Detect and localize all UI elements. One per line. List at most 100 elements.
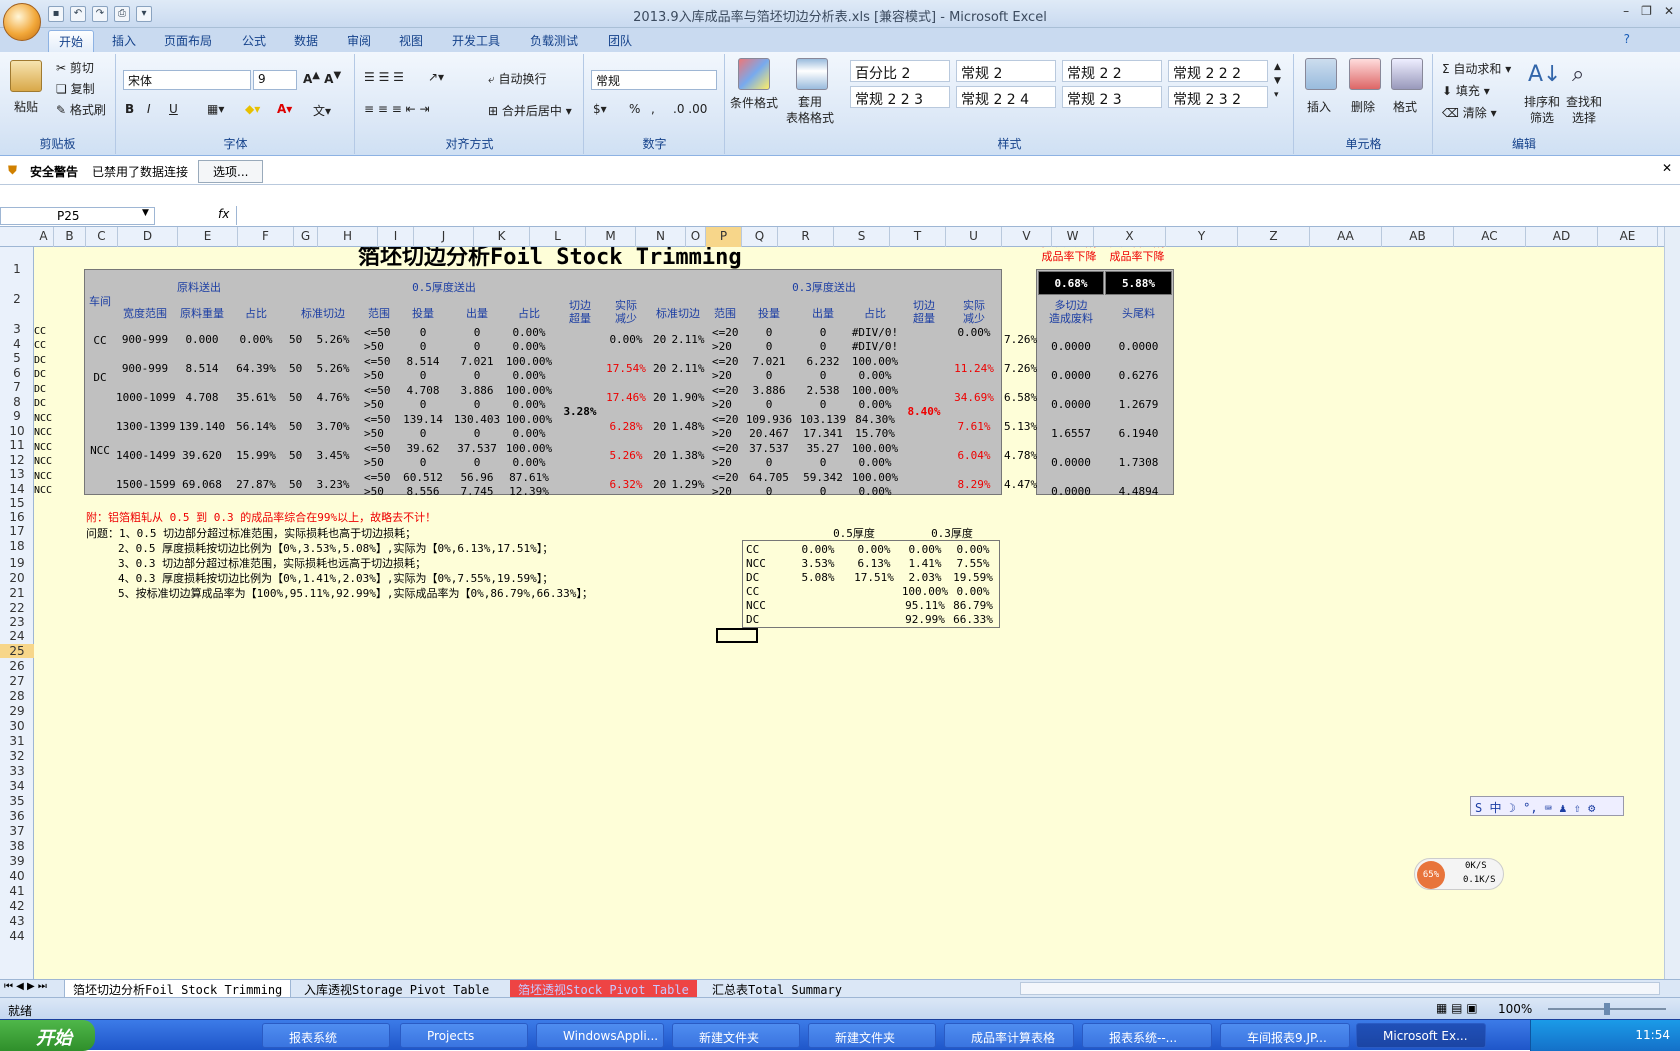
row-header-26[interactable]: 26 — [0, 659, 34, 673]
paste-icon[interactable] — [10, 60, 42, 92]
row-header-12[interactable]: 12 — [0, 453, 34, 467]
row-header-20[interactable]: 20 — [0, 571, 34, 585]
sheet-tab-storage[interactable]: 入库透视Storage Pivot Table — [296, 980, 497, 998]
tab-team[interactable]: 团队 — [598, 30, 642, 52]
italic-button[interactable]: I — [147, 102, 151, 116]
sheet-tab-stock[interactable]: 箔坯透视Stock Pivot Table — [510, 980, 697, 998]
save-icon[interactable]: ▪ — [48, 6, 64, 22]
col-header-B[interactable]: B — [54, 227, 86, 247]
row-header-3[interactable]: 3 — [0, 322, 34, 336]
col-header-A[interactable]: A — [34, 227, 54, 247]
row-header-8[interactable]: 8 — [0, 395, 34, 409]
bold-button[interactable]: B — [125, 102, 134, 116]
task-2[interactable]: Projects — [400, 1023, 528, 1048]
row-header-22[interactable]: 22 — [0, 601, 34, 615]
col-header-AC[interactable]: AC — [1454, 227, 1526, 247]
col-header-H[interactable]: H — [318, 227, 378, 247]
row-header-36[interactable]: 36 — [0, 809, 34, 823]
paste-button[interactable]: 粘贴 — [14, 98, 38, 115]
col-header-L[interactable]: L — [530, 227, 586, 247]
col-header-X[interactable]: X — [1094, 227, 1166, 247]
sort-filter-button[interactable]: 排序和 筛选 — [1524, 94, 1560, 126]
worksheet[interactable]: 箔坯切边分析Foil Stock Trimming 多切边造成 成品率下降头尾料造… — [34, 247, 1664, 979]
col-header-I[interactable]: I — [378, 227, 414, 247]
conditional-format-icon[interactable] — [738, 58, 770, 90]
col-header-U[interactable]: U — [946, 227, 1002, 247]
style-normal222[interactable]: 常规 2 2 2 — [1168, 60, 1268, 82]
row-header-40[interactable]: 40 — [0, 869, 34, 883]
row-header-27[interactable]: 27 — [0, 674, 34, 688]
style-normal22[interactable]: 常规 2 2 — [1062, 60, 1162, 82]
start-button[interactable]: 开始 — [0, 1020, 95, 1051]
zoom-level[interactable]: 100% — [1498, 1002, 1532, 1016]
office-button[interactable] — [3, 3, 41, 41]
row-header-6[interactable]: 6 — [0, 366, 34, 380]
horizontal-scrollbar[interactable] — [1020, 982, 1660, 995]
copy-button[interactable]: ❏ 复制 — [56, 80, 95, 97]
style-normal23[interactable]: 常规 2 3 — [1062, 86, 1162, 108]
row-header-19[interactable]: 19 — [0, 556, 34, 570]
row-header-29[interactable]: 29 — [0, 704, 34, 718]
close-security-icon[interactable]: ✕ — [1662, 161, 1672, 175]
tab-home[interactable]: 开始 — [48, 30, 95, 52]
options-button[interactable]: 选项... — [198, 160, 264, 183]
row-header-31[interactable]: 31 — [0, 734, 34, 748]
zoom-slider[interactable] — [1548, 1002, 1666, 1016]
fx-icon[interactable]: fx — [218, 207, 229, 221]
style-normal224[interactable]: 常规 2 2 4 — [956, 86, 1056, 108]
font-name-combo[interactable]: 宋体 — [123, 70, 251, 90]
row-header-23[interactable]: 23 — [0, 615, 34, 629]
col-header-AD[interactable]: AD — [1526, 227, 1598, 247]
col-header-G[interactable]: G — [294, 227, 318, 247]
tab-insert[interactable]: 插入 — [102, 30, 146, 52]
row-header-32[interactable]: 32 — [0, 749, 34, 763]
task-1[interactable]: 报表系统 — [262, 1023, 390, 1048]
merge-center-button[interactable]: ⊞ 合并后居中 ▾ — [488, 102, 572, 119]
style-normal232[interactable]: 常规 2 3 2 — [1168, 86, 1268, 108]
border-icon[interactable]: ▦▾ — [207, 102, 224, 116]
orientation-icon[interactable]: ↗▾ — [428, 70, 444, 84]
task-3[interactable]: WindowsAppli... — [536, 1023, 664, 1048]
namebox-dropdown-icon[interactable]: ▼ — [142, 208, 149, 218]
percent-button[interactable]: % — [629, 102, 640, 116]
undo-icon[interactable]: ↶ — [70, 6, 86, 22]
close-icon[interactable]: ✕ — [1664, 4, 1674, 18]
col-header-AA[interactable]: AA — [1310, 227, 1382, 247]
task-5[interactable]: 新建文件夹 — [808, 1023, 936, 1048]
ime-toolbar[interactable]: S 中 ☽ °, ⌨ ♟ ⇧ ⚙ — [1470, 796, 1624, 816]
tab-page-layout[interactable]: 页面布局 — [154, 30, 222, 52]
row-header-2[interactable]: 2 — [0, 292, 34, 306]
fill-color-icon[interactable]: ◆▾ — [245, 102, 260, 116]
row-header-28[interactable]: 28 — [0, 689, 34, 703]
row-header-41[interactable]: 41 — [0, 884, 34, 898]
col-header-W[interactable]: W — [1052, 227, 1094, 247]
row-header-15[interactable]: 15 — [0, 496, 34, 510]
selected-cell[interactable] — [716, 628, 758, 643]
col-header-O[interactable]: O — [686, 227, 706, 247]
sheet-tab-trimming[interactable]: 箔坯切边分析Foil Stock Trimming — [64, 980, 292, 998]
col-header-F[interactable]: F — [238, 227, 294, 247]
row-header-4[interactable]: 4 — [0, 337, 34, 351]
col-header-P[interactable]: P — [706, 227, 742, 247]
row-header-7[interactable]: 7 — [0, 380, 34, 394]
clear-button[interactable]: ⌫ 清除 ▾ — [1442, 104, 1497, 121]
task-6[interactable]: 成品率计算表格 — [944, 1023, 1074, 1048]
underline-button[interactable]: U — [169, 102, 178, 116]
sheet-tab-summary[interactable]: 汇总表Total Summary — [704, 980, 850, 998]
col-header-D[interactable]: D — [118, 227, 178, 247]
font-color-icon[interactable]: A▾ — [277, 102, 292, 116]
col-header-Q[interactable]: Q — [742, 227, 778, 247]
col-header-AE[interactable]: AE — [1598, 227, 1658, 247]
font-size-combo[interactable]: 9 — [253, 70, 297, 90]
row-header-18[interactable]: 18 — [0, 539, 34, 553]
restore-icon[interactable]: ❐ — [1641, 4, 1652, 18]
format-painter-button[interactable]: ✎ 格式刷 — [56, 101, 106, 118]
row-header-44[interactable]: 44 — [0, 929, 34, 943]
col-header-C[interactable]: C — [86, 227, 118, 247]
insert-cells-icon[interactable] — [1305, 58, 1337, 90]
col-header-V[interactable]: V — [1002, 227, 1052, 247]
delete-cells-button[interactable]: 删除 — [1351, 98, 1375, 115]
row-header-13[interactable]: 13 — [0, 467, 34, 481]
row-header-5[interactable]: 5 — [0, 351, 34, 365]
row-header-43[interactable]: 43 — [0, 914, 34, 928]
